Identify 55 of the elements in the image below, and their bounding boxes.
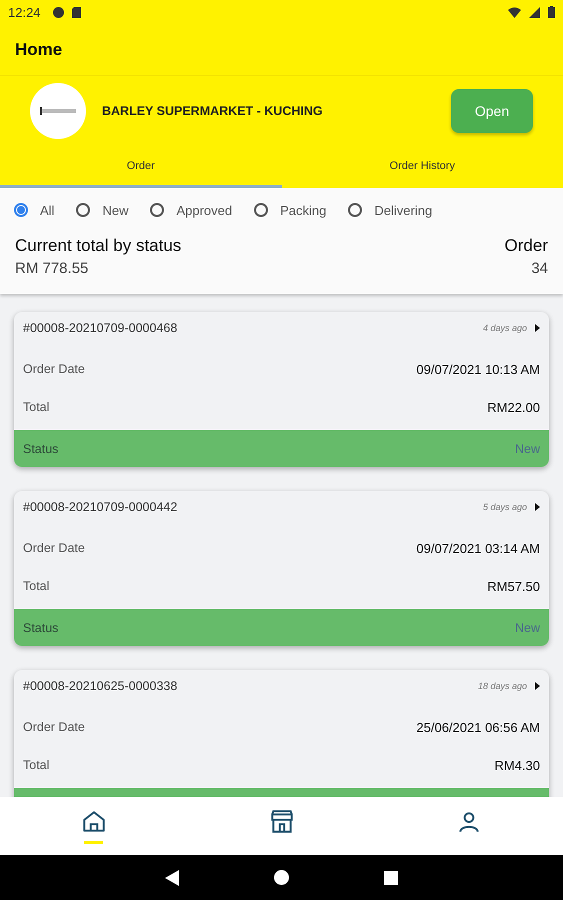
sd-card-icon [72,6,81,18]
order-total: RM22.00 [487,400,540,414]
page-title: Home [14,38,64,60]
clock-time: 12:24 [8,4,41,20]
recents-icon[interactable] [384,870,398,884]
order-count: 34 [531,260,548,277]
order-total: RM4.30 [494,758,540,772]
order-total: RM57.50 [487,578,540,594]
radio-button[interactable] [14,203,28,217]
back-icon[interactable] [165,870,179,886]
store-logo [30,83,86,139]
chevron-right-icon [535,682,540,690]
order-number: #00008-20210709-0000468 [23,321,178,335]
wifi-icon [508,6,521,18]
radio-button[interactable] [150,203,164,217]
chevron-right-icon [535,324,540,332]
order-number: #00008-20210625-0000338 [23,679,178,693]
radio-label[interactable]: Delivering [374,202,432,218]
radio-button[interactable] [254,203,268,217]
radio-label[interactable]: All [40,202,54,218]
order-card[interactable]: #00008-20210709-0000442 5 days ago Order Date 09/07/2021 03:14 AM Total RM57.50 Status New [14,491,549,646]
chevron-right-icon [535,503,540,511]
order-card[interactable]: #00008-20210625-0000338 18 days ago Order Date 25/06/2021 06:56 AM Total RM4.30 [14,670,549,797]
radio-button[interactable] [348,203,362,217]
field-label: Order Date [23,720,85,734]
status-value: New [514,620,540,634]
field-label: Total [23,400,50,414]
home-icon[interactable] [80,808,107,834]
home-circle-icon[interactable] [274,870,289,885]
order-card[interactable]: #00008-20210709-0000468 4 days ago Order Date 09/07/2021 10:13 AM Total RM22.00 Status New [14,312,549,467]
order-date: 09/07/2021 10:13 AM [416,362,540,376]
order-date: 25/06/2021 06:56 AM [416,720,540,734]
status-label: Status [23,442,58,456]
battery-icon [548,6,555,18]
order-age: 4 days ago [482,323,527,333]
order-date: 09/07/2021 03:14 AM [416,540,540,556]
store-name: BARLEY SUPERMARKET - KUCHING [102,104,324,118]
status-label: Status [23,620,58,634]
total-amount: RM 778.55 [15,260,88,277]
signal-icon [529,6,540,18]
store-icon[interactable] [268,808,294,834]
field-label: Total [23,758,50,772]
order-age: 5 days ago [482,502,527,512]
radio-label[interactable]: Approved [176,202,232,218]
field-label: Total [23,579,50,593]
order-number: #00008-20210709-0000442 [23,500,178,514]
order-age: 18 days ago [478,681,527,691]
radio-button[interactable] [76,203,90,217]
radio-label[interactable]: New [102,202,128,218]
status-value: New [514,442,540,456]
radio-label[interactable]: Packing [280,202,326,218]
field-label: Order Date [23,541,85,555]
field-label: Order Date [23,362,85,376]
summary-title: Current total by status [15,236,182,256]
order-label: Order [504,236,548,256]
